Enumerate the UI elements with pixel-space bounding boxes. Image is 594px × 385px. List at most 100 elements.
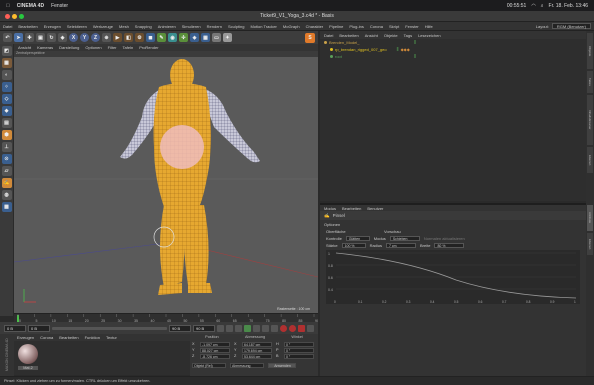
mode-select[interactable]: Schieben [389, 235, 420, 241]
menu-item[interactable]: Selektieren [67, 24, 87, 29]
vp-menu-item[interactable]: ProRender [139, 45, 158, 50]
mat-menu-item[interactable]: Funktion [85, 335, 100, 340]
app-menu[interactable]: CINEMA 4D [17, 3, 44, 9]
width-field[interactable]: 80 % [434, 242, 465, 248]
character-mesh[interactable] [120, 59, 260, 295]
position-y-field[interactable]: 88.027 cm [200, 347, 230, 353]
prev-frame-icon[interactable] [235, 324, 242, 332]
camera-icon[interactable]: ▭ [212, 33, 221, 42]
frame-end-field[interactable]: 90 B [169, 324, 191, 332]
record-icon[interactable] [280, 324, 287, 332]
cube-icon[interactable]: ◼ [146, 33, 155, 42]
strength-field[interactable]: 100 % [341, 242, 366, 248]
tag-icons[interactable]: ◆◆◆ [401, 47, 410, 52]
object-row[interactable]: root ⁑ [320, 53, 586, 60]
apple-icon[interactable]:  [6, 3, 10, 9]
floor-icon[interactable]: ▦ [201, 33, 210, 42]
material-swatch[interactable] [18, 344, 38, 364]
mat-menu-item[interactable]: Corona [40, 335, 53, 340]
curve-line[interactable] [335, 252, 577, 299]
rotation-h-field[interactable]: 0 ° [284, 341, 314, 347]
menu-item[interactable]: Rendern [207, 24, 222, 29]
next-frame-icon[interactable] [253, 324, 260, 332]
grid-icon[interactable]: ▩ [1, 202, 12, 212]
visibility-icon[interactable]: ⁑ [397, 47, 399, 52]
pen-icon[interactable]: ✎ [157, 33, 166, 42]
menu-item[interactable]: Charakter [306, 24, 324, 29]
obj-menu-item[interactable]: Ansicht [365, 33, 378, 38]
obj-menu-item[interactable]: Objekte [384, 33, 398, 38]
frame-end2-field[interactable]: 90 B [193, 324, 215, 332]
uv-mode-icon[interactable]: ▤ [1, 118, 12, 128]
zoom-window-button[interactable] [19, 14, 24, 19]
sculpt-layout-icon[interactable]: S [305, 32, 315, 43]
layout-select[interactable]: RGM (Benutzer) [551, 23, 591, 29]
coord-size-select[interactable]: Abmessung [230, 362, 264, 368]
snapping-icon[interactable]: ⊙ [1, 154, 12, 164]
move-tool-icon[interactable]: ✚ [25, 33, 34, 42]
light-icon[interactable]: ✦ [223, 33, 232, 42]
control-select[interactable]: Glätten [345, 235, 370, 241]
menu-item[interactable]: Snapping [135, 24, 152, 29]
tab-objects[interactable]: Objekte [587, 33, 593, 69]
render-view-icon[interactable]: ▶ [113, 33, 122, 42]
visibility-icon[interactable]: ⁑ [414, 40, 416, 45]
mat-menu-item[interactable]: Erzeugen [17, 335, 34, 340]
menu-item[interactable]: Datei [3, 24, 12, 29]
edges-mode-icon[interactable]: ◇ [1, 94, 12, 104]
undo-icon[interactable]: ↶ [3, 33, 12, 42]
enable-axis-icon[interactable]: ⊥ [1, 142, 12, 152]
falloff-curve[interactable]: 1 0.8 0.6 0.4 0 0.1 0.2 0.3 0.4 0.5 0.6 0.7 0.8 0… [326, 250, 580, 304]
mat-menu-item[interactable]: Textur [106, 335, 117, 340]
lock-icon[interactable]: ◍ [1, 190, 12, 200]
tab-layers[interactable]: Ebenen [587, 147, 593, 173]
coord-mode-select[interactable]: Objekt (Rel) [192, 362, 226, 368]
tab-attributes[interactable]: Attribute [587, 205, 593, 231]
keyframe-icon[interactable] [298, 324, 305, 332]
menu-item[interactable]: Plug-ins [349, 24, 363, 29]
tab-layers-2[interactable]: Ebenen [587, 233, 593, 255]
vp-menu-item[interactable]: Tafeln [123, 45, 134, 50]
play-icon[interactable] [244, 324, 251, 332]
texture-mode-icon[interactable]: ◐ [1, 70, 12, 80]
prev-key-icon[interactable] [226, 324, 233, 332]
menu-item[interactable]: Werkzeuge [93, 24, 113, 29]
rotation-b-field[interactable]: 0 ° [284, 353, 314, 359]
close-window-button[interactable] [5, 14, 10, 19]
frame-current-field[interactable]: 0 B [28, 324, 50, 332]
scale-tool-icon[interactable]: ▣ [36, 33, 45, 42]
model-mode-icon[interactable]: ⬢ [1, 130, 12, 140]
menu-item[interactable]: Sculpting [228, 24, 244, 29]
object-row[interactable]: Brenden_Model_ ⁑ [320, 39, 586, 46]
array-icon[interactable]: ✣ [179, 33, 188, 42]
menu-item[interactable]: Hilfe [425, 24, 433, 29]
goto-start-icon[interactable] [217, 324, 224, 332]
object-name[interactable]: Brenden_Model_ [329, 40, 359, 45]
vp-menu-item[interactable]: Optionen [85, 45, 101, 50]
deformer-icon[interactable]: ◈ [190, 33, 199, 42]
polygons-mode-icon[interactable]: ◆ [1, 106, 12, 116]
checker-icon[interactable]: ▦ [1, 58, 12, 68]
autokey-icon[interactable] [289, 324, 296, 332]
rotate-tool-icon[interactable]: ↻ [47, 33, 56, 42]
menu-item[interactable]: Animieren [158, 24, 176, 29]
make-editable-icon[interactable]: ◩ [1, 46, 12, 56]
axis-x-button[interactable]: X [69, 33, 78, 42]
menu-item[interactable]: Skript [389, 24, 399, 29]
rotation-p-field[interactable]: 0 ° [284, 347, 314, 353]
position-z-field[interactable]: -8.726 cm [200, 353, 230, 359]
wifi-icon[interactable]: ◠ [531, 3, 535, 9]
points-mode-icon[interactable]: ⁘ [1, 82, 12, 92]
object-name[interactable]: root [335, 54, 342, 59]
attr-menu-item[interactable]: Modus [324, 206, 336, 211]
axis-y-button[interactable]: Y [80, 33, 89, 42]
render-settings-icon[interactable]: ⚙ [135, 33, 144, 42]
subdivision-icon[interactable]: ◉ [168, 33, 177, 42]
menu-item[interactable]: Corona [370, 24, 383, 29]
material-name[interactable]: Mat.2 [18, 366, 38, 370]
frame-start-field[interactable]: 0 B [4, 324, 26, 332]
search-icon[interactable]: ⌕ [541, 3, 544, 9]
goto-end-icon[interactable] [271, 324, 278, 332]
attr-menu-item[interactable]: Benutzer [367, 206, 383, 211]
tab-content-browser[interactable]: Inhaltsbrowser [587, 95, 593, 145]
